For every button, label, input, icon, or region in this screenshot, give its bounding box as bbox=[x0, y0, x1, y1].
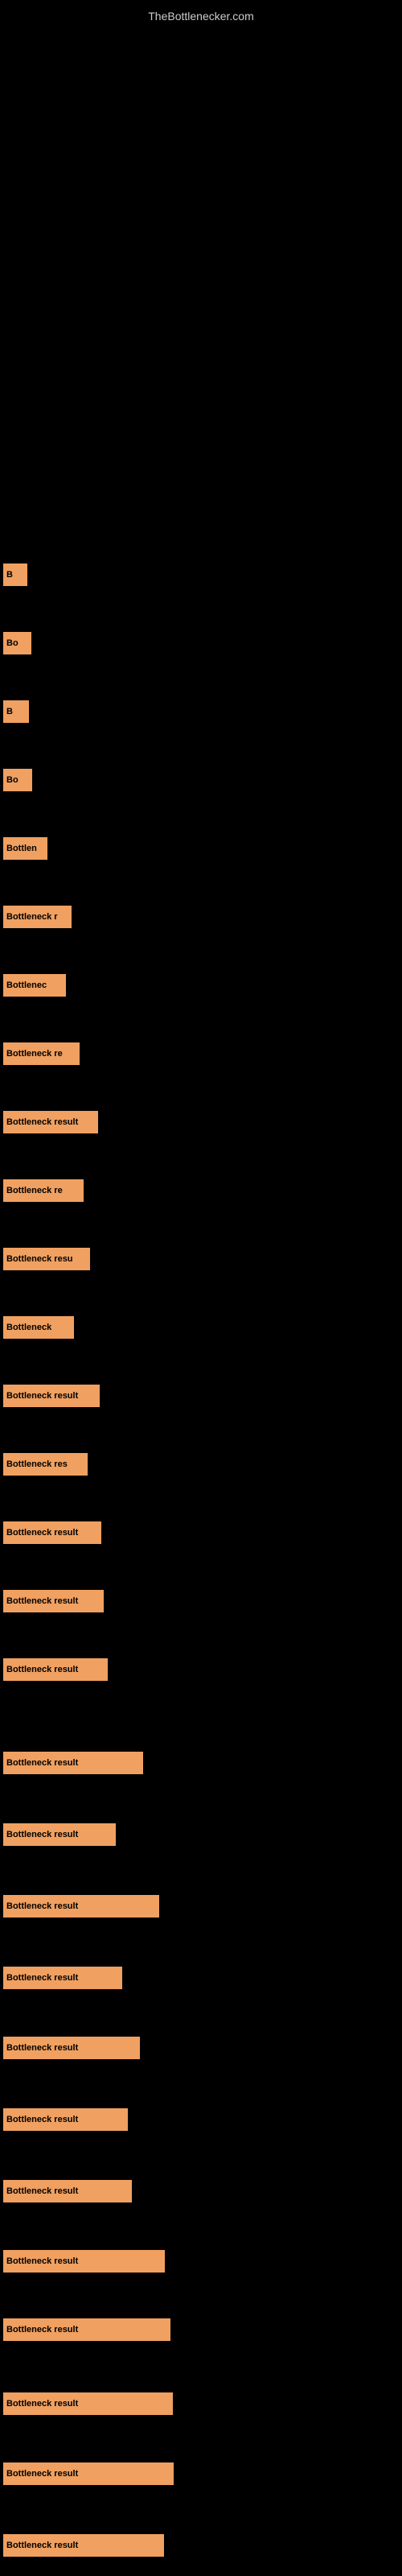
bottleneck-bar[interactable]: Bottleneck bbox=[3, 1316, 74, 1339]
bottleneck-bar[interactable]: B bbox=[3, 700, 29, 723]
bottleneck-bar[interactable]: Bottleneck re bbox=[3, 1042, 80, 1065]
bar-item: Bottleneck result bbox=[3, 1521, 101, 1544]
bottleneck-bar[interactable]: Bottleneck resu bbox=[3, 1248, 90, 1270]
bottleneck-bar[interactable]: Bo bbox=[3, 769, 32, 791]
bar-item: Bottleneck result bbox=[3, 2392, 173, 2415]
bar-item: Bottleneck result bbox=[3, 2534, 164, 2557]
bar-item: Bottleneck result bbox=[3, 2462, 174, 2485]
bar-item: Bottleneck result bbox=[3, 1590, 104, 1612]
bar-item: Bottleneck res bbox=[3, 1453, 88, 1476]
bar-item: Bottleneck bbox=[3, 1316, 74, 1339]
bottleneck-bar[interactable]: Bottleneck result bbox=[3, 2392, 173, 2415]
bottleneck-bar[interactable]: Bottleneck result bbox=[3, 2250, 165, 2273]
bar-item: Bottleneck result bbox=[3, 1752, 143, 1774]
bar-item: Bottleneck result bbox=[3, 2180, 132, 2202]
bottleneck-bar[interactable]: Bottleneck result bbox=[3, 1521, 101, 1544]
bottleneck-bar[interactable]: Bottleneck result bbox=[3, 1895, 159, 1918]
bottleneck-bar[interactable]: Bottlen bbox=[3, 837, 47, 860]
bar-item: B bbox=[3, 700, 29, 723]
bottleneck-bar[interactable]: Bottleneck result bbox=[3, 1658, 108, 1681]
bottleneck-bar[interactable]: Bottleneck result bbox=[3, 2318, 170, 2341]
bar-item: Bottleneck result bbox=[3, 1967, 122, 1989]
bar-item: Bottleneck re bbox=[3, 1042, 80, 1065]
bar-item: Bottleneck r bbox=[3, 906, 72, 928]
bar-item: Bottleneck resu bbox=[3, 1248, 90, 1270]
bottleneck-bar[interactable]: Bottleneck result bbox=[3, 1111, 98, 1133]
bottleneck-bar[interactable]: Bottleneck result bbox=[3, 1967, 122, 1989]
site-title: TheBottlenecker.com bbox=[0, 3, 402, 29]
bar-item: Bottleneck result bbox=[3, 1111, 98, 1133]
bottleneck-bar[interactable]: Bottleneck result bbox=[3, 2180, 132, 2202]
bar-item: Bottleneck result bbox=[3, 2108, 128, 2131]
bottleneck-bar[interactable]: Bottleneck re bbox=[3, 1179, 84, 1202]
bar-item: Bo bbox=[3, 769, 32, 791]
bottleneck-bar[interactable]: Bottleneck result bbox=[3, 1385, 100, 1407]
bar-item: Bottleneck result bbox=[3, 2250, 165, 2273]
bottleneck-bar[interactable]: B bbox=[3, 564, 27, 586]
bottleneck-bar[interactable]: Bottleneck r bbox=[3, 906, 72, 928]
bottleneck-bar[interactable]: Bottleneck result bbox=[3, 1823, 116, 1846]
bottleneck-bar[interactable]: Bo bbox=[3, 632, 31, 654]
bar-item: Bottleneck result bbox=[3, 1895, 159, 1918]
bar-item: Bottlen bbox=[3, 837, 47, 860]
bar-item: Bottleneck result bbox=[3, 2318, 170, 2341]
bar-item: Bottleneck result bbox=[3, 1823, 116, 1846]
bar-item: Bottleneck result bbox=[3, 1658, 108, 1681]
bottleneck-bar[interactable]: Bottleneck result bbox=[3, 2462, 174, 2485]
bar-item: Bottlenec bbox=[3, 974, 66, 997]
bottleneck-bar[interactable]: Bottleneck result bbox=[3, 2534, 164, 2557]
bottleneck-bar[interactable]: Bottleneck result bbox=[3, 2108, 128, 2131]
bottleneck-bar[interactable]: Bottlenec bbox=[3, 974, 66, 997]
bottleneck-bar[interactable]: Bottleneck res bbox=[3, 1453, 88, 1476]
bottleneck-bar[interactable]: Bottleneck result bbox=[3, 2037, 140, 2059]
bottleneck-bar[interactable]: Bottleneck result bbox=[3, 1752, 143, 1774]
bar-item: Bottleneck result bbox=[3, 1385, 100, 1407]
bar-item: Bo bbox=[3, 632, 31, 654]
bottleneck-bar[interactable]: Bottleneck result bbox=[3, 1590, 104, 1612]
bar-item: B bbox=[3, 564, 27, 586]
bar-item: Bottleneck re bbox=[3, 1179, 84, 1202]
bar-item: Bottleneck result bbox=[3, 2037, 140, 2059]
